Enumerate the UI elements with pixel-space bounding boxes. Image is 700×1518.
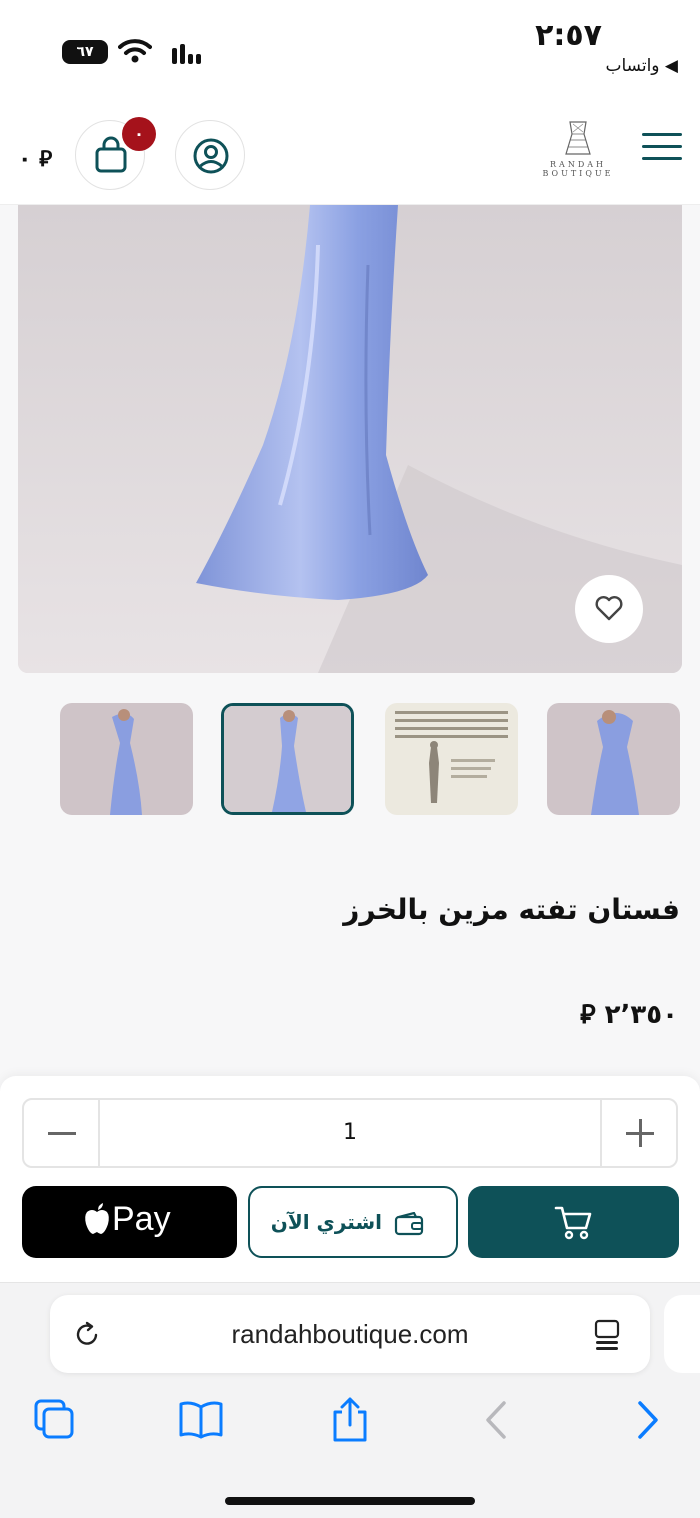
- status-bar: ٢:٥٧ واتساب ◀ ٦٧: [0, 0, 700, 95]
- forward-arrow-icon[interactable]: [622, 1395, 672, 1445]
- wallet-icon: [394, 1212, 424, 1236]
- thumbnail[interactable]: [547, 703, 680, 815]
- battery-icon: ٦٧: [62, 40, 108, 64]
- logo-subtext: BOUTIQUE: [542, 169, 614, 178]
- dress-form-logo-icon: [565, 121, 591, 155]
- browser-toolbar: randahboutique.com: [0, 1282, 700, 1518]
- product-thumbnails: [0, 703, 700, 816]
- apple-pay-button[interactable]: Pay: [22, 1186, 237, 1258]
- cellular-signal-icon: [172, 44, 201, 64]
- thumbnail-size-chart[interactable]: [385, 703, 518, 815]
- menu-line: [642, 133, 682, 136]
- apple-pay-label: Pay: [112, 1200, 171, 1238]
- thumbnail-image: [547, 703, 680, 815]
- reader-mode-icon[interactable]: [592, 1319, 622, 1351]
- hamburger-menu-button[interactable]: [642, 133, 682, 169]
- back-to-app-link[interactable]: واتساب ◀: [606, 56, 679, 76]
- logo-text: RANDAH: [550, 160, 606, 169]
- decrease-quantity-button[interactable]: [24, 1100, 100, 1166]
- back-app-label: واتساب: [605, 56, 660, 76]
- status-time: ٢:٥٧: [535, 18, 602, 53]
- heart-icon: [595, 596, 623, 621]
- add-to-cart-button[interactable]: [468, 1186, 679, 1258]
- size-chart-image: [385, 703, 518, 815]
- url-text: randahboutique.com: [231, 1319, 469, 1349]
- buy-now-label: اشتري الآن: [270, 1210, 382, 1234]
- back-arrow-icon[interactable]: [472, 1395, 522, 1445]
- cart-total[interactable]: ٠ ⃁: [18, 145, 52, 173]
- next-tab-peek[interactable]: [664, 1295, 700, 1373]
- tabs-icon[interactable]: [30, 1395, 80, 1445]
- home-indicator: [225, 1497, 475, 1505]
- purchase-panel: 1 Pay اشتري الآن: [0, 1076, 700, 1282]
- bookmarks-icon[interactable]: [176, 1395, 226, 1445]
- product-price: ٢٬٣٥٠ ⃁: [580, 1000, 678, 1030]
- apple-logo-icon: [85, 1203, 109, 1234]
- address-bar[interactable]: randahboutique.com: [50, 1295, 650, 1373]
- brand-logo[interactable]: RANDAH BOUTIQUE: [538, 120, 618, 186]
- quantity-stepper: 1: [22, 1098, 678, 1168]
- user-icon: [193, 138, 229, 174]
- shopping-cart-icon: [554, 1206, 592, 1240]
- back-arrow-icon: ◀: [664, 56, 678, 76]
- product-title: فستان تفته مزين بالخرز: [343, 893, 680, 926]
- wishlist-button[interactable]: [575, 575, 643, 643]
- increase-quantity-button[interactable]: [600, 1100, 676, 1166]
- thumbnail-image: [224, 706, 351, 812]
- thumbnail[interactable]: [60, 703, 193, 815]
- buy-now-button[interactable]: اشتري الآن: [248, 1186, 458, 1258]
- menu-line: [642, 145, 682, 148]
- thumbnail-active[interactable]: [221, 703, 354, 815]
- quantity-value[interactable]: 1: [100, 1100, 600, 1166]
- account-button[interactable]: [175, 120, 245, 190]
- share-icon[interactable]: [325, 1395, 375, 1445]
- cart-count-badge: ٠: [122, 117, 156, 151]
- wifi-icon: [118, 39, 152, 63]
- thumbnail-image: [60, 703, 193, 815]
- menu-line: [642, 157, 682, 160]
- site-header: RANDAH BOUTIQUE: [0, 95, 700, 205]
